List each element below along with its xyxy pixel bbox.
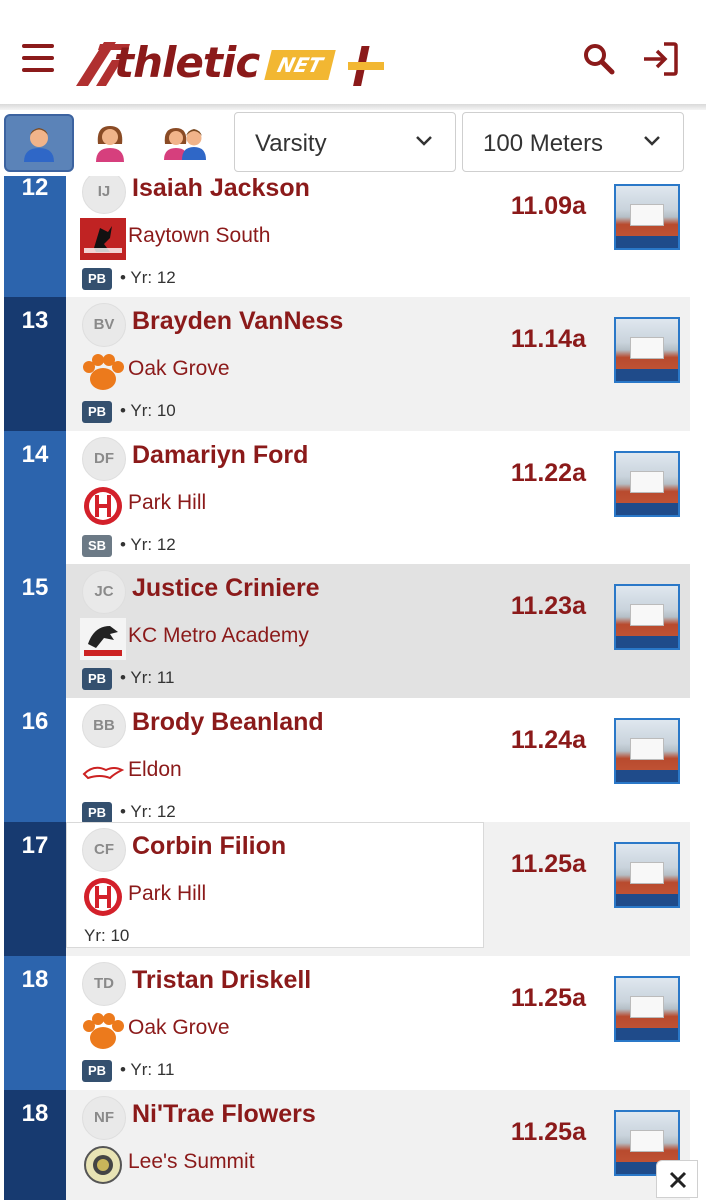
rank-number: 12: [21, 176, 49, 201]
meet-photo-thumbnail[interactable]: [614, 842, 680, 908]
school-link[interactable]: Raytown South: [128, 224, 270, 248]
athlete-name-link[interactable]: Damariyn Ford: [132, 441, 308, 470]
athlete-avatar: IJ: [82, 176, 126, 214]
athlete-avatar: JC: [82, 570, 126, 614]
school-link[interactable]: KC Metro Academy: [128, 624, 309, 648]
pb-badge: PB: [82, 802, 112, 824]
result-mark[interactable]: 11.24a: [511, 726, 586, 755]
girl-icon: [96, 126, 124, 162]
school-link[interactable]: Park Hill: [128, 882, 206, 906]
search-icon[interactable]: [582, 42, 616, 76]
result-mark[interactable]: 11.22a: [511, 459, 586, 488]
menu-icon[interactable]: [22, 44, 54, 74]
logo-wordmark: thletic: [114, 38, 260, 87]
result-row[interactable]: 12 IJ Isaiah Jackson Raytown South PB • …: [0, 176, 706, 298]
close-icon: [669, 1171, 687, 1189]
meet-photo-thumbnail[interactable]: [614, 584, 680, 650]
chevron-down-icon: [644, 136, 660, 146]
result-mark[interactable]: 11.23a: [511, 592, 586, 621]
result-row[interactable]: 17 CF Corbin Filion Park Hill Yr: 10 11.…: [0, 822, 706, 956]
app-header: thletic NET: [0, 0, 706, 108]
meet-photo-thumbnail[interactable]: [614, 718, 680, 784]
athlete-name-link[interactable]: Brody Beanland: [132, 708, 324, 737]
login-icon[interactable]: [640, 40, 680, 78]
all-genders-filter-button[interactable]: [152, 114, 222, 172]
athlete-avatar: DF: [82, 437, 126, 481]
pb-badge: PB: [82, 668, 112, 690]
meet-photo-thumbnail[interactable]: [614, 451, 680, 517]
rank-number: 14: [21, 441, 49, 468]
filter-bar: Varsity 100 Meters: [0, 110, 706, 176]
athletic-net-logo[interactable]: thletic NET: [74, 36, 394, 90]
rank-number: 18: [21, 966, 49, 993]
result-mark[interactable]: 11.14a: [511, 325, 586, 354]
result-mark[interactable]: 11.25a: [511, 1118, 586, 1147]
chevron-down-icon: [416, 136, 432, 146]
school-link[interactable]: Lee's Summit: [128, 1150, 255, 1174]
athlete-year: • Yr: 12: [120, 535, 176, 554]
pb-badge: PB: [82, 1060, 112, 1082]
school-link[interactable]: Oak Grove: [128, 357, 230, 381]
athlete-avatar: BB: [82, 704, 126, 748]
result-row[interactable]: 14 DF Damariyn Ford Park Hill SB • Yr: 1…: [0, 431, 706, 565]
result-row[interactable]: 16 BB Brody Beanland Eldon PB • Yr: 12 1…: [0, 698, 706, 832]
boys-filter-button[interactable]: [4, 114, 74, 172]
athlete-year: • Yr: 12: [120, 802, 176, 821]
athlete-year: • Yr: 10: [120, 401, 176, 420]
athlete-avatar: BV: [82, 303, 126, 347]
meet-photo-thumbnail[interactable]: [614, 184, 680, 250]
result-row[interactable]: 18 NF Ni'Trae Flowers Lee's Summit 11.25…: [0, 1090, 706, 1200]
event-select[interactable]: 100 Meters: [462, 112, 684, 172]
result-mark[interactable]: 11.25a: [511, 850, 586, 879]
park-hill-logo: [84, 487, 122, 525]
result-row[interactable]: 18 TD Tristan Driskell Oak Grove PB • Yr…: [0, 956, 706, 1090]
meet-photo-thumbnail[interactable]: [614, 317, 680, 383]
result-mark[interactable]: 11.09a: [511, 192, 586, 221]
athlete-avatar: NF: [82, 1096, 126, 1140]
athlete-name-link[interactable]: Tristan Driskell: [132, 966, 311, 995]
result-mark[interactable]: 11.25a: [511, 984, 586, 1013]
athlete-avatar: CF: [82, 828, 126, 872]
rank-number: 18: [21, 1100, 49, 1127]
athlete-name-link[interactable]: Justice Criniere: [132, 574, 320, 603]
oak-grove-paw-logo: [83, 354, 124, 390]
athlete-name-link[interactable]: Isaiah Jackson: [132, 176, 310, 203]
boy-girl-icon: [164, 128, 206, 160]
athlete-year: • Yr: 12: [120, 268, 176, 287]
logo-net-tag: NET: [264, 50, 336, 80]
athlete-avatar: TD: [82, 962, 126, 1006]
level-select[interactable]: Varsity: [234, 112, 456, 172]
pb-badge: PB: [82, 268, 112, 290]
level-select-value: Varsity: [255, 130, 327, 157]
sb-badge: SB: [82, 535, 112, 557]
lees-summit-logo: [84, 1146, 122, 1184]
result-row[interactable]: 15 JC Justice Criniere KC Metro Academy …: [0, 564, 706, 698]
boy-icon: [24, 128, 54, 162]
rank-number: 13: [21, 307, 49, 334]
park-hill-logo: [84, 878, 122, 916]
event-select-value: 100 Meters: [483, 130, 604, 157]
school-link[interactable]: Eldon: [128, 758, 182, 782]
athlete-year: • Yr: 11: [120, 1060, 175, 1079]
meet-photo-thumbnail[interactable]: [614, 976, 680, 1042]
pb-badge: PB: [82, 401, 112, 423]
close-ad-button[interactable]: [656, 1160, 698, 1198]
athlete-name-link[interactable]: Ni'Trae Flowers: [132, 1100, 316, 1129]
school-link[interactable]: Park Hill: [128, 491, 206, 515]
kc-metro-academy-logo: [80, 618, 126, 660]
school-link[interactable]: Oak Grove: [128, 1016, 230, 1040]
rank-number: 17: [21, 832, 49, 859]
athlete-year: Yr: 10: [84, 926, 130, 945]
results-list: 12 IJ Isaiah Jackson Raytown South PB • …: [0, 176, 706, 1200]
athlete-name-link[interactable]: Corbin Filion: [132, 832, 286, 861]
girls-filter-button[interactable]: [76, 114, 146, 172]
rank-number: 16: [21, 708, 49, 735]
result-row[interactable]: 13 BV Brayden VanNess Oak Grove PB • Yr:…: [0, 297, 706, 431]
rank-number: 15: [21, 574, 49, 601]
athlete-name-link[interactable]: Brayden VanNess: [132, 307, 343, 336]
raytown-south-logo: [80, 218, 126, 260]
athlete-year: • Yr: 11: [120, 668, 175, 687]
oak-grove-paw-logo: [83, 1013, 124, 1049]
eldon-mustang-logo: [82, 766, 125, 780]
